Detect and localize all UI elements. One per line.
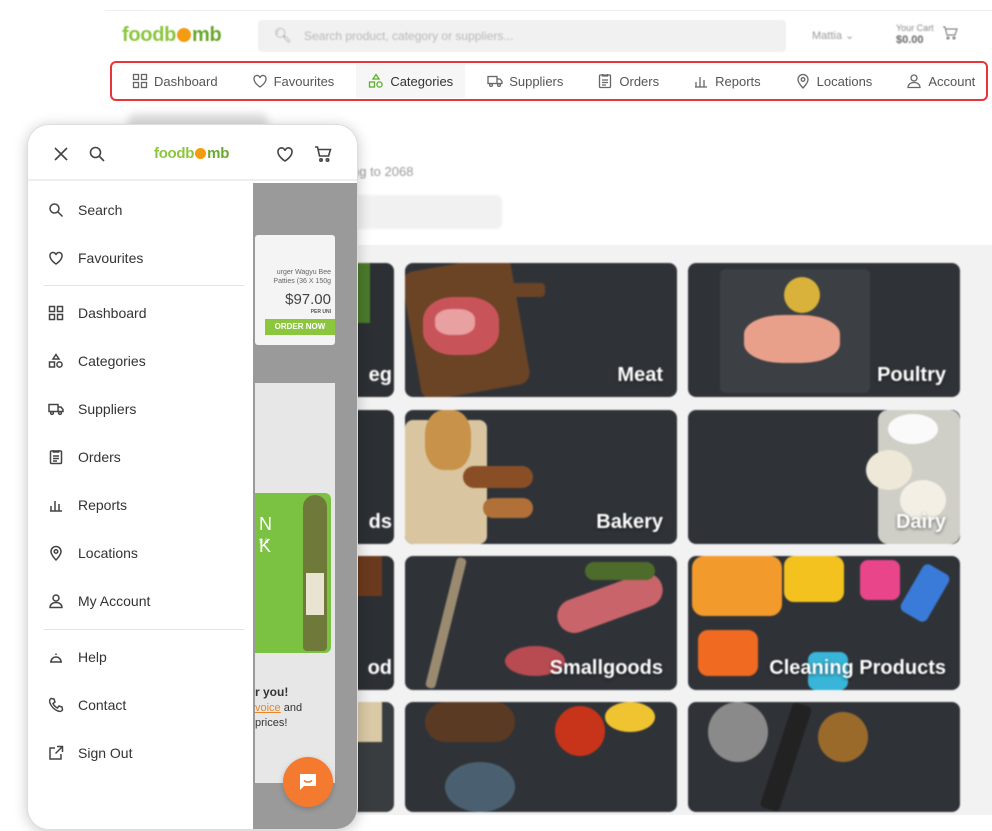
filter-pill[interactable] — [352, 195, 502, 229]
search-placeholder: Search product, category or suppliers... — [304, 29, 514, 43]
promo-text: r you! voice and prices! — [255, 685, 303, 729]
main-nav-bar: Dashboard Favourites Categories Supplier… — [110, 61, 988, 101]
menu-item-search[interactable]: Search — [48, 199, 122, 221]
nav-categories[interactable]: Categories — [356, 64, 466, 98]
nav-account[interactable]: Account — [894, 64, 987, 98]
mobile-menu-drawer: Search Favourites Dashboard Categories S… — [28, 183, 253, 829]
heart-icon — [252, 74, 267, 88]
sign-out-icon — [49, 745, 64, 760]
wine-bottle-image — [303, 495, 327, 651]
search-input[interactable]: 🔍︎ Search product, category or suppliers… — [258, 20, 786, 52]
category-tile-meat[interactable]: Meat — [405, 263, 677, 397]
help-icon — [50, 653, 62, 663]
price-unit: PER UNI — [310, 309, 331, 315]
category-tile-bakery[interactable]: Bakery — [405, 410, 677, 544]
nav-suppliers[interactable]: Suppliers — [475, 64, 575, 98]
menu-item-sign-out[interactable]: Sign Out — [48, 742, 132, 764]
promo-banner[interactable]: N K S & — [255, 493, 331, 653]
category-tile[interactable]: eg — [352, 263, 394, 397]
category-tile[interactable] — [405, 702, 677, 812]
dashboard-icon — [132, 73, 148, 89]
cart-summary[interactable]: Your Cart $0.00 — [896, 22, 934, 46]
nav-orders[interactable]: Orders — [585, 64, 671, 98]
promo-area: N K S & r you! voice and prices! — [255, 383, 335, 783]
nav-favourites[interactable]: Favourites — [240, 64, 347, 98]
search-icon — [49, 203, 64, 218]
menu-item-dashboard[interactable]: Dashboard — [48, 302, 147, 324]
search-icon[interactable] — [88, 145, 106, 163]
category-tile[interactable]: od — [352, 556, 394, 690]
delivering-text: ng to 2068 — [352, 164, 414, 179]
location-icon — [797, 73, 809, 89]
search-icon: 🔍︎ — [274, 27, 292, 43]
chat-icon — [300, 774, 316, 790]
categories-icon — [48, 353, 63, 368]
menu-item-locations[interactable]: Locations — [48, 542, 138, 564]
truck-icon — [48, 403, 64, 416]
category-tile[interactable] — [352, 702, 394, 812]
product-card[interactable]: urger Wagyu Bee Patties (36 X 150g $97.0… — [255, 235, 335, 345]
order-now-button[interactable]: ORDER NOW — [265, 319, 335, 335]
phone-icon — [48, 697, 64, 713]
dashboard-icon — [48, 305, 64, 321]
category-tile-smallgoods[interactable]: Smallgoods — [405, 556, 677, 690]
nav-dashboard[interactable]: Dashboard — [120, 64, 230, 98]
nav-locations[interactable]: Locations — [783, 64, 885, 98]
product-price: $97.00 — [285, 291, 331, 308]
orders-icon — [49, 450, 63, 465]
menu-item-help[interactable]: Help — [48, 646, 107, 668]
reports-icon — [50, 501, 62, 512]
product-name: urger Wagyu Bee Patties (36 X 150g — [273, 269, 331, 285]
menu-item-reports[interactable]: Reports — [48, 494, 127, 516]
mobile-header: foodb mb — [28, 125, 357, 181]
category-tile[interactable]: ds — [352, 410, 394, 544]
mobile-page-overlay: urger Wagyu Bee Patties (36 X 150g $97.0… — [253, 183, 357, 829]
account-icon — [907, 74, 921, 89]
menu-item-contact[interactable]: Contact — [48, 694, 126, 716]
menu-item-orders[interactable]: Orders — [48, 446, 121, 468]
foodbomb-logo[interactable]: foodb mb — [122, 24, 222, 47]
category-tile-poultry[interactable]: Poultry — [688, 263, 960, 397]
close-icon[interactable] — [52, 145, 70, 163]
cart-icon[interactable] — [942, 25, 958, 41]
invoice-link[interactable]: voice — [255, 702, 281, 714]
heart-icon[interactable] — [276, 145, 294, 163]
nav-reports[interactable]: Reports — [681, 64, 773, 98]
categories-icon — [369, 73, 384, 88]
category-tile-dairy[interactable]: Dairy — [688, 410, 960, 544]
reports-icon — [695, 77, 708, 88]
account-icon — [49, 594, 63, 609]
category-tile[interactable] — [688, 702, 960, 812]
mobile-preview: foodb mb urger Wagyu Bee Patties (36 X 15… — [27, 124, 358, 830]
cart-icon[interactable] — [314, 145, 332, 163]
menu-item-suppliers[interactable]: Suppliers — [48, 398, 136, 420]
foodbomb-logo[interactable]: foodb mb — [154, 145, 229, 162]
heart-icon — [49, 251, 63, 265]
orders-icon — [599, 74, 612, 89]
truck-icon — [487, 75, 503, 88]
chat-button[interactable] — [283, 757, 333, 807]
menu-item-favourites[interactable]: Favourites — [48, 247, 143, 269]
menu-divider — [44, 629, 244, 630]
category-tile-cleaning[interactable]: Cleaning Products — [688, 556, 960, 690]
menu-item-my-account[interactable]: My Account — [48, 590, 150, 612]
menu-divider — [44, 285, 244, 286]
location-icon — [50, 545, 62, 561]
user-menu[interactable]: Mattia ⌄ — [812, 29, 854, 42]
menu-item-categories[interactable]: Categories — [48, 350, 146, 372]
